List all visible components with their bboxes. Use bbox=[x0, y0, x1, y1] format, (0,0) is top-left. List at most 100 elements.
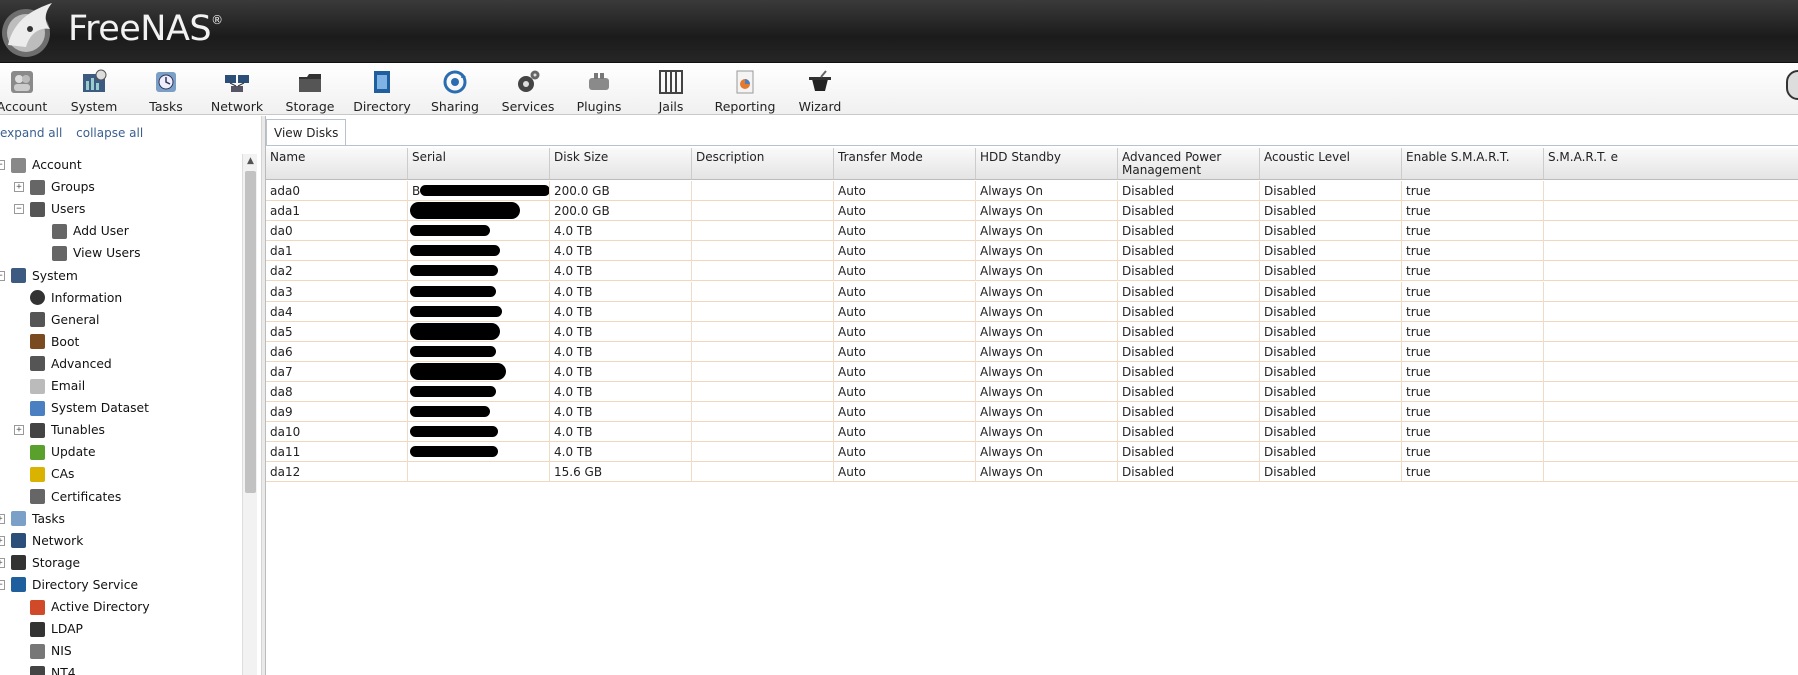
expand-toggle-icon[interactable]: + bbox=[0, 535, 5, 546]
tree-item-general[interactable]: General bbox=[14, 309, 99, 331]
toolbar-storage-button[interactable]: Storage bbox=[270, 67, 350, 114]
column-header-advanced-power-management[interactable]: Advanced Power Management bbox=[1118, 148, 1260, 180]
column-header-hdd-standby[interactable]: HDD Standby bbox=[976, 148, 1118, 180]
tree-item-label: Account bbox=[32, 158, 82, 172]
tree-item-view-users[interactable]: View Users bbox=[52, 242, 141, 264]
toolbar-tasks-button[interactable]: Tasks bbox=[126, 67, 206, 114]
tree-item-storage[interactable]: + Storage bbox=[0, 552, 80, 574]
column-header-s-m-a-r-t-e[interactable]: S.M.A.R.T. e bbox=[1544, 148, 1798, 180]
cell-smart: true bbox=[1402, 261, 1544, 282]
collapse-toggle-icon[interactable]: − bbox=[14, 204, 24, 215]
tree-item-label: Tunables bbox=[51, 423, 105, 438]
column-header-transfer-mode[interactable]: Transfer Mode bbox=[834, 148, 976, 180]
collapse-all-link[interactable]: collapse all bbox=[76, 126, 143, 140]
tree-item-network[interactable]: + Network bbox=[0, 530, 83, 552]
column-header-acoustic-level[interactable]: Acoustic Level bbox=[1260, 148, 1402, 180]
tree-item-system-dataset[interactable]: System Dataset bbox=[14, 397, 149, 419]
table-row[interactable]: da7 4.0 TB Auto Always On Disabled Disabled tr… bbox=[266, 361, 1798, 382]
tree-item-information[interactable]: Information bbox=[14, 287, 122, 309]
table-row[interactable]: ada0 B 200.0 GB Auto Always On Disabled Disabl… bbox=[266, 181, 1798, 201]
tree-item-users[interactable]: − Users bbox=[14, 198, 85, 220]
collapse-toggle-icon[interactable]: − bbox=[0, 270, 5, 281]
table-row[interactable]: da5 4.0 TB Auto Always On Disabled Disabled tr… bbox=[266, 321, 1798, 342]
collapse-toggle-icon[interactable]: − bbox=[0, 579, 5, 590]
tree-item-groups[interactable]: + Groups bbox=[14, 176, 95, 198]
toolbar-wizard-button[interactable]: Wizard bbox=[780, 67, 860, 114]
tree-item-ldap[interactable]: LDAP bbox=[14, 618, 83, 640]
cell-acoustic: Disabled bbox=[1260, 422, 1402, 443]
toolbar-reporting-button[interactable]: Reporting bbox=[705, 67, 785, 114]
column-header-enable-s-m-a-r-t[interactable]: Enable S.M.A.R.T. bbox=[1402, 148, 1544, 180]
cell-smart: true bbox=[1402, 422, 1544, 443]
column-header-disk-size[interactable]: Disk Size bbox=[550, 148, 692, 180]
toolbar-system-button[interactable]: System bbox=[54, 67, 134, 114]
toolbar-plugins-button[interactable]: Plugins bbox=[559, 67, 639, 114]
table-row[interactable]: da6 4.0 TB Auto Always On Disabled Disabled tr… bbox=[266, 341, 1798, 362]
help-icon[interactable] bbox=[1786, 70, 1798, 100]
cell-smart-extra bbox=[1544, 422, 1798, 442]
cell-text: da4 bbox=[270, 304, 293, 319]
expand-toggle-icon[interactable]: + bbox=[0, 513, 5, 524]
table-row[interactable]: da9 4.0 TB Auto Always On Disabled Disabled tr… bbox=[266, 402, 1798, 423]
tree-item-account[interactable]: − Account bbox=[0, 154, 82, 176]
tree-item-label: NT4 bbox=[51, 666, 76, 675]
cell-transfer: Auto bbox=[834, 181, 976, 201]
cell-acoustic: Disabled bbox=[1260, 221, 1402, 242]
toolbar-sharing-button[interactable]: Sharing bbox=[415, 67, 495, 114]
toolbar-network-button[interactable]: Network bbox=[197, 67, 277, 114]
cell-desc bbox=[692, 442, 834, 463]
column-header-name[interactable]: Name bbox=[266, 148, 408, 180]
tree-item-label: Groups bbox=[51, 180, 95, 195]
expand-toggle-icon[interactable]: + bbox=[14, 425, 24, 436]
tree-item-email[interactable]: Email bbox=[14, 375, 85, 397]
table-row[interactable]: da0 4.0 TB Auto Always On Disabled Disabled tr… bbox=[266, 221, 1798, 242]
tree-item-certificates[interactable]: Certificates bbox=[14, 486, 121, 508]
column-header-serial[interactable]: Serial bbox=[408, 148, 550, 180]
tree-item-add-user[interactable]: Add User bbox=[52, 220, 129, 242]
tree-item-system[interactable]: − System bbox=[0, 265, 78, 287]
tree-item-label: View Users bbox=[73, 246, 141, 261]
table-row[interactable]: da12 15.6 GB Auto Always On Disabled Disabled… bbox=[266, 462, 1798, 483]
tree-item-nis[interactable]: NIS bbox=[14, 640, 72, 662]
tree-scrollbar[interactable]: ▲ bbox=[242, 154, 257, 675]
cell-name: da9 bbox=[266, 402, 408, 423]
expand-toggle-icon[interactable]: + bbox=[14, 182, 24, 193]
tab-view-disks[interactable]: View Disks bbox=[266, 119, 347, 145]
column-header-description[interactable]: Description bbox=[692, 148, 834, 180]
cell-standby: Always On bbox=[976, 261, 1118, 282]
tree-item-tunables[interactable]: + Tunables bbox=[14, 419, 105, 441]
tree-item-update[interactable]: Update bbox=[14, 441, 96, 463]
scrollbar-thumb[interactable] bbox=[245, 171, 256, 493]
table-row[interactable]: da2 4.0 TB Auto Always On Disabled Disabled tr… bbox=[266, 261, 1798, 282]
collapse-toggle-icon[interactable]: − bbox=[0, 160, 5, 170]
cell-size: 4.0 TB bbox=[550, 382, 692, 402]
tree-item-directory-service[interactable]: − Directory Service bbox=[0, 574, 138, 596]
main-toolbar: Account System Tasks Network Storage Dir… bbox=[0, 64, 1798, 115]
expand-toggle-icon[interactable]: + bbox=[0, 557, 5, 568]
cell-desc bbox=[692, 301, 834, 322]
cell-apm: Disabled bbox=[1118, 221, 1260, 242]
table-row[interactable]: da11 4.0 TB Auto Always On Disabled Disabled t… bbox=[266, 442, 1798, 463]
expand-all-link[interactable]: expand all bbox=[0, 126, 62, 140]
tree-item-label: System Dataset bbox=[51, 401, 149, 416]
toolbar-label: Network bbox=[210, 99, 264, 114]
toolbar-directory-button[interactable]: Directory bbox=[342, 67, 422, 114]
toolbar-jails-button[interactable]: Jails bbox=[631, 67, 711, 114]
scroll-up-arrow-icon[interactable]: ▲ bbox=[243, 154, 258, 169]
tree-item-active-directory[interactable]: Active Directory bbox=[14, 596, 150, 618]
table-row[interactable]: ada1 200.0 GB Auto Always On Disabled Disable… bbox=[266, 201, 1798, 222]
table-row[interactable]: da8 4.0 TB Auto Always On Disabled Disabled tr… bbox=[266, 382, 1798, 402]
toolbar-account-button[interactable]: Account bbox=[0, 67, 62, 114]
cell-acoustic: Disabled bbox=[1260, 281, 1402, 302]
tree-item-advanced[interactable]: Advanced bbox=[14, 353, 112, 375]
table-row[interactable]: da1 4.0 TB Auto Always On Disabled Disabled tr… bbox=[266, 241, 1798, 262]
table-row[interactable]: da3 4.0 TB Auto Always On Disabled Disabled tr… bbox=[266, 281, 1798, 302]
table-row[interactable]: da4 4.0 TB Auto Always On Disabled Disabled tr… bbox=[266, 301, 1798, 322]
tree-item-nt4[interactable]: NT4 bbox=[14, 662, 76, 675]
table-row[interactable]: da10 4.0 TB Auto Always On Disabled Disabled t… bbox=[266, 422, 1798, 443]
toolbar-services-button[interactable]: Services bbox=[488, 67, 568, 114]
tree-item-boot[interactable]: Boot bbox=[14, 331, 79, 353]
tree-item-tasks[interactable]: + Tasks bbox=[0, 508, 65, 530]
tree-item-cas[interactable]: CAs bbox=[14, 463, 74, 485]
cell-text: da8 bbox=[270, 385, 293, 399]
